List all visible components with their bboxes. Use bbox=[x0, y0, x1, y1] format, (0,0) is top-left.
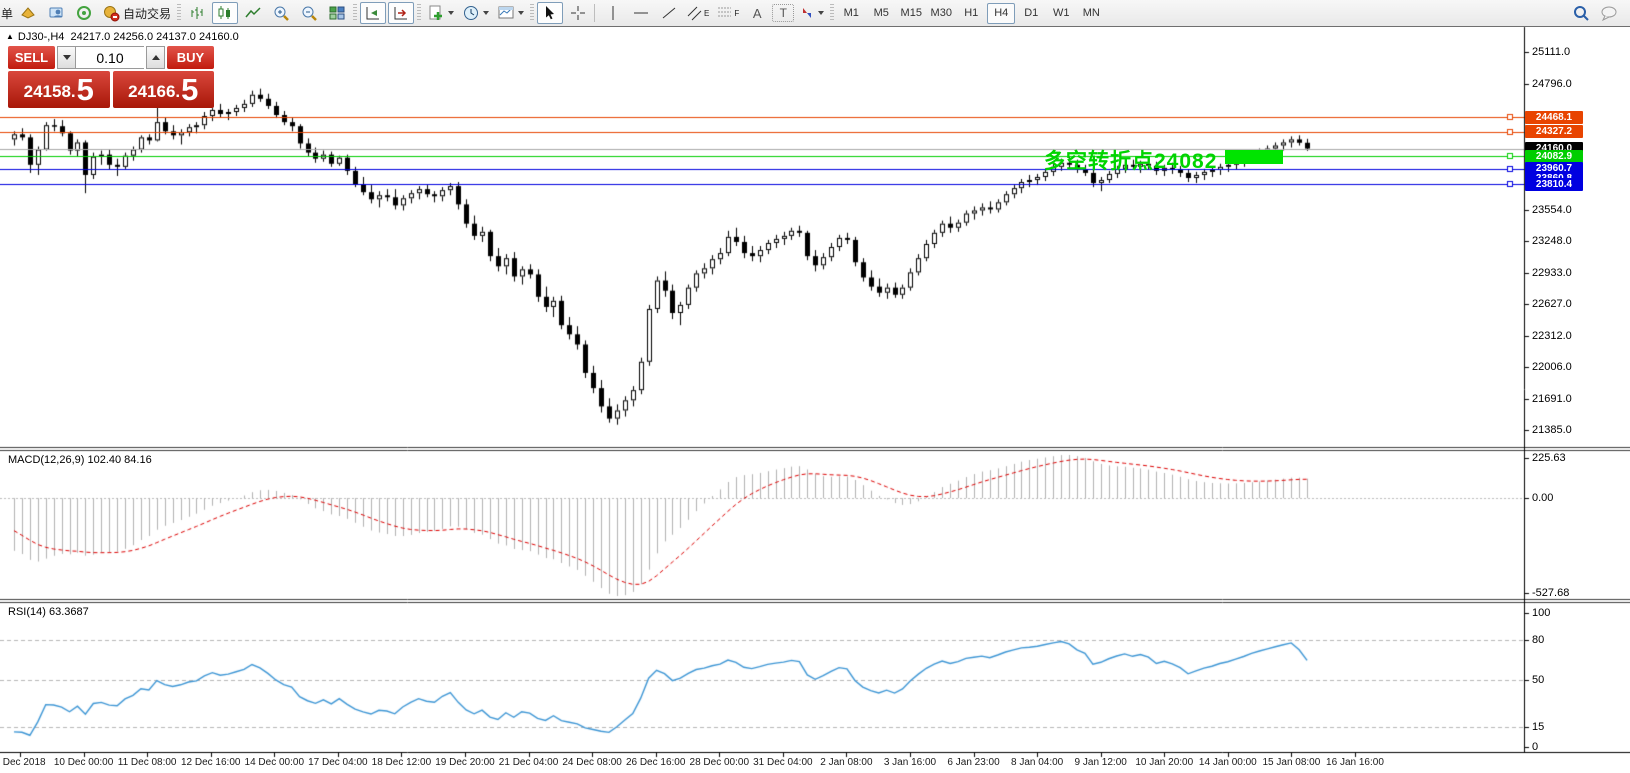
periods-dropdown-caret bbox=[483, 11, 489, 15]
signal-icon bbox=[75, 4, 93, 22]
macd-label: MACD(12,26,9) 102.40 84.16 bbox=[8, 454, 152, 466]
horizontal-line-icon bbox=[633, 5, 649, 21]
chart-shift-icon bbox=[392, 4, 410, 22]
autotrade-icon bbox=[102, 4, 120, 22]
buy-button[interactable]: BUY bbox=[167, 46, 214, 69]
templates-button[interactable] bbox=[494, 2, 527, 24]
new-order-button[interactable]: 单 bbox=[1, 5, 14, 22]
timeframe-d1-button[interactable]: D1 bbox=[1017, 3, 1045, 24]
tile-windows-button[interactable] bbox=[324, 2, 350, 24]
trendline-icon bbox=[661, 5, 677, 21]
templates-dropdown-caret bbox=[518, 11, 524, 15]
trendline-tool-button[interactable] bbox=[656, 2, 682, 24]
auto-scroll-button[interactable] bbox=[360, 2, 386, 24]
indicators-icon bbox=[427, 4, 445, 22]
sell-button[interactable]: SELL bbox=[8, 46, 55, 69]
arrows-dropdown-caret bbox=[818, 11, 824, 15]
zoom-in-icon bbox=[272, 4, 290, 22]
ask-price-pip: 5 bbox=[181, 75, 198, 105]
line-chart-type-button[interactable] bbox=[240, 2, 266, 24]
symbol-period: DJ30-,H4 bbox=[18, 31, 64, 43]
launcher-icon[interactable] bbox=[15, 2, 41, 24]
timeframe-m5-button[interactable]: M5 bbox=[867, 3, 895, 24]
volume-decrease-button[interactable] bbox=[57, 46, 76, 69]
ask-price-box[interactable]: 24166.5 bbox=[113, 71, 215, 108]
highlight-rectangle[interactable] bbox=[1225, 150, 1283, 164]
fibonacci-tool-button[interactable]: F bbox=[714, 2, 742, 24]
chart-canvas[interactable] bbox=[0, 0, 1630, 773]
volume-increase-button[interactable] bbox=[146, 46, 165, 69]
ohlc-values: 24217.0 24256.0 24137.0 24160.0 bbox=[71, 31, 239, 43]
arrows-icon bbox=[799, 5, 815, 21]
mt4-window: { "toolbar": { "new_order_label": "单", "… bbox=[0, 0, 1630, 773]
channel-tool-button[interactable]: E bbox=[684, 2, 712, 24]
line-chart-icon bbox=[244, 4, 262, 22]
fibonacci-icon bbox=[717, 5, 733, 21]
periods-button[interactable] bbox=[459, 2, 492, 24]
template-icon bbox=[497, 4, 515, 22]
volume-input[interactable]: 0.10 bbox=[76, 46, 144, 69]
toolbar: 单 自动交易 bbox=[0, 0, 1630, 27]
text-tool-button[interactable]: A bbox=[744, 2, 770, 24]
timeframe-h1-button[interactable]: H1 bbox=[957, 3, 985, 24]
timeframe-m30-button[interactable]: M30 bbox=[927, 3, 955, 24]
chevron-down-icon bbox=[63, 55, 71, 60]
community-icon[interactable] bbox=[43, 2, 69, 24]
auto-scroll-icon bbox=[364, 4, 382, 22]
collapse-arrow-icon[interactable]: ▲ bbox=[6, 32, 14, 41]
clock-icon bbox=[462, 4, 480, 22]
timeframe-m15-button[interactable]: M15 bbox=[897, 3, 925, 24]
chat-icon bbox=[1599, 4, 1619, 22]
cursor-icon bbox=[542, 5, 558, 21]
horizontal-line-tool-button[interactable] bbox=[628, 2, 654, 24]
zoom-out-icon bbox=[300, 4, 318, 22]
candlestick-chart-type-button[interactable] bbox=[212, 2, 238, 24]
search-icon bbox=[1572, 4, 1590, 22]
signals-icon[interactable] bbox=[71, 2, 97, 24]
indicators-dropdown-caret bbox=[448, 11, 454, 15]
timeframe-mn-button[interactable]: MN bbox=[1077, 3, 1105, 24]
indicators-button[interactable] bbox=[424, 2, 457, 24]
ask-price: 24166. bbox=[128, 79, 180, 105]
autotrade-label: 自动交易 bbox=[123, 5, 171, 22]
chevron-up-icon bbox=[152, 55, 160, 60]
autotrade-button[interactable]: 自动交易 bbox=[99, 2, 174, 24]
arrows-tool-button[interactable] bbox=[796, 2, 827, 24]
crosshair-icon bbox=[570, 5, 586, 21]
candles-icon bbox=[216, 4, 234, 22]
rsi-label: RSI(14) 63.3687 bbox=[8, 606, 89, 618]
bid-price: 24158. bbox=[24, 79, 76, 105]
crosshair-tool-button[interactable] bbox=[565, 2, 591, 24]
text-label-tool-button[interactable]: T bbox=[772, 4, 794, 22]
vertical-line-tool-button[interactable] bbox=[600, 2, 626, 24]
chat-button[interactable] bbox=[1596, 2, 1622, 24]
cursor-tool-button[interactable] bbox=[537, 2, 563, 24]
timeframe-h4-button[interactable]: H4 bbox=[987, 3, 1015, 24]
channel-letter: E bbox=[704, 9, 709, 18]
annotation-text[interactable]: 多空转折点24082 bbox=[1044, 145, 1217, 175]
channel-icon bbox=[687, 5, 703, 21]
bar-chart-type-button[interactable] bbox=[184, 2, 210, 24]
person-icon bbox=[47, 4, 65, 22]
timeframe-w1-button[interactable]: W1 bbox=[1047, 3, 1075, 24]
launcher-icon bbox=[19, 4, 37, 22]
bars-icon bbox=[188, 4, 206, 22]
one-click-trading-panel: SELL 0.10 BUY 24158.5 24166.5 bbox=[8, 46, 214, 108]
chart-shift-button[interactable] bbox=[388, 2, 414, 24]
chart-title: ▲ DJ30-,H4 24217.0 24256.0 24137.0 24160.… bbox=[6, 31, 239, 43]
zoom-in-button[interactable] bbox=[268, 2, 294, 24]
bid-price-pip: 5 bbox=[77, 75, 94, 105]
zoom-out-button[interactable] bbox=[296, 2, 322, 24]
tile-windows-icon bbox=[328, 4, 346, 22]
search-button[interactable] bbox=[1568, 2, 1594, 24]
timeframe-m1-button[interactable]: M1 bbox=[837, 3, 865, 24]
vertical-line-icon bbox=[606, 5, 620, 21]
fibonacci-letter: F bbox=[734, 9, 739, 18]
bid-price-box[interactable]: 24158.5 bbox=[8, 71, 110, 108]
